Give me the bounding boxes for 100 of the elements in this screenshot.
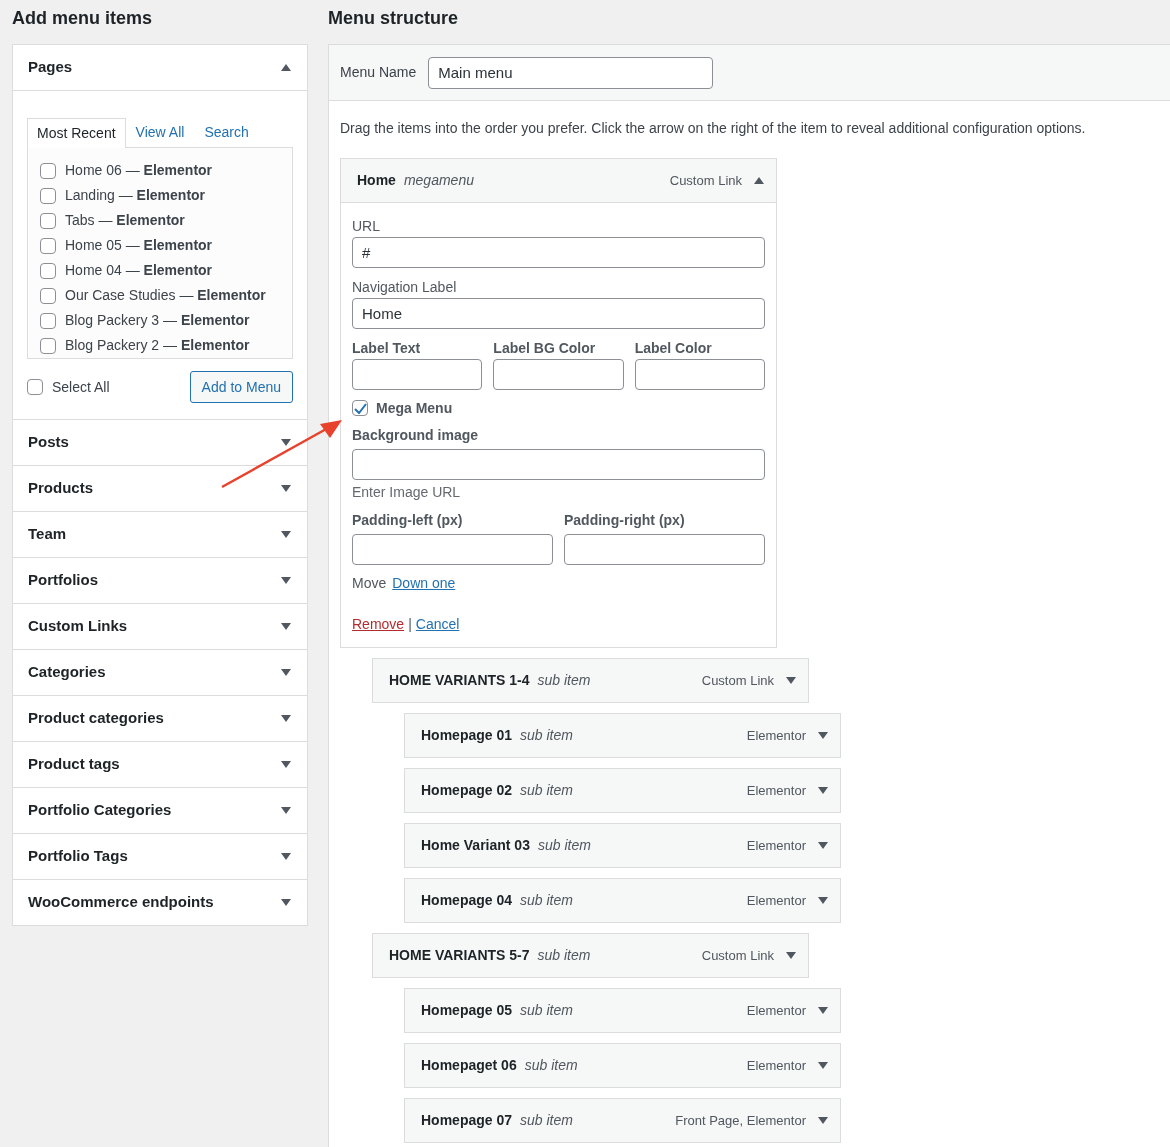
item-subtitle: megamenu	[403, 171, 474, 190]
field-label: Navigation Label	[352, 278, 458, 296]
menu-item-bar[interactable]: HOME VARIANTS 1-4 sub item Custom Link	[373, 659, 808, 702]
item-type: Custom Link	[701, 671, 774, 690]
tab[interactable]: Most Recent	[27, 118, 126, 148]
caret-down-icon[interactable]	[281, 715, 291, 722]
section-heading: Menu structure	[328, 7, 460, 30]
caret-down-icon[interactable]	[818, 1117, 828, 1124]
caret-up-icon[interactable]	[754, 177, 764, 184]
menu-item-bar[interactable]: Home megamenu Custom Link	[341, 159, 776, 202]
page-label: Landing — Elementor	[65, 186, 206, 205]
menu-item-bar[interactable]: Homepage 02 sub item Elementor	[405, 769, 840, 812]
caret-down-icon[interactable]	[281, 531, 291, 538]
input-field[interactable]: Home	[352, 298, 765, 329]
field-label: Padding-right (px)	[564, 511, 686, 529]
caret-down-icon[interactable]	[281, 899, 291, 906]
page-label: Home 05 — Elementor	[65, 236, 213, 255]
checkbox[interactable]	[40, 337, 56, 354]
add-to-menu-button[interactable]: Add to Menu	[189, 371, 293, 403]
menu-item-bar[interactable]: Homepage 04 sub item Elementor	[405, 879, 840, 922]
checkbox[interactable]	[40, 187, 56, 204]
input-field[interactable]	[352, 449, 765, 480]
item-type: Custom Link	[701, 946, 774, 965]
page-label: Home 06 — Elementor	[65, 161, 213, 180]
caret-down-icon[interactable]	[818, 842, 828, 849]
item-subtitle: sub item	[520, 726, 573, 745]
input-field[interactable]	[564, 534, 765, 565]
checkbox[interactable]	[40, 212, 56, 229]
menu-item-bar[interactable]: Home Variant 03 sub item Elementor	[405, 824, 840, 867]
caret-down-icon[interactable]	[786, 677, 796, 684]
caret-down-icon[interactable]	[818, 1007, 828, 1014]
checkbox[interactable]	[40, 262, 56, 279]
field-label: Padding-left (px)	[352, 511, 464, 529]
menu-item-bar[interactable]: Homepage 07 sub item Front Page, Elementor	[405, 1099, 840, 1142]
item-subtitle: sub item	[524, 1056, 578, 1075]
caret-down-icon[interactable]	[281, 623, 291, 630]
page-label: Home 04 — Elementor	[65, 261, 213, 280]
item-subtitle: sub item	[520, 781, 573, 800]
checkbox[interactable]	[40, 237, 56, 254]
item-type: Custom Link	[669, 171, 742, 190]
checkbox[interactable]	[40, 287, 56, 304]
item-type: Elementor	[746, 836, 806, 855]
caret-down-icon[interactable]	[818, 1062, 828, 1069]
input-field[interactable]	[634, 359, 765, 390]
checkbox[interactable]	[352, 400, 368, 416]
section-heading: Add menu items	[12, 7, 154, 30]
menu-item-bar[interactable]: Homepage 01 sub item Elementor	[405, 714, 840, 757]
move-down-link[interactable]: Down one	[392, 574, 456, 592]
caret-down-icon[interactable]	[281, 669, 291, 676]
item-title: Homepage 01	[421, 726, 513, 745]
caret-down-icon[interactable]	[818, 732, 828, 739]
page-label: Blog Packery 2 — Elementor	[65, 336, 250, 355]
checkbox[interactable]	[27, 379, 43, 395]
item-title: Homepaget 06	[421, 1056, 517, 1075]
item-title: Homepage 02	[421, 781, 513, 800]
field-hint: Enter Image URL	[352, 483, 462, 501]
page-label: Tabs — Elementor	[65, 211, 185, 230]
checkbox[interactable]	[40, 312, 56, 329]
field-label: Label BG Color	[493, 339, 597, 357]
item-type: Elementor	[746, 781, 806, 800]
item-subtitle: sub item	[537, 946, 591, 965]
tab[interactable]: View All	[125, 118, 195, 147]
move-label: Move	[352, 574, 387, 592]
item-subtitle: sub item	[520, 1001, 573, 1020]
checkbox[interactable]	[40, 162, 56, 179]
menu-item-bar[interactable]: HOME VARIANTS 5-7 sub item Custom Link	[373, 934, 808, 977]
item-type: Elementor	[746, 726, 806, 745]
caret-down-icon[interactable]	[281, 761, 291, 768]
item-title: Home Variant 03	[421, 836, 530, 855]
menu-name-label: Menu Name	[340, 63, 417, 82]
menu-item-bar[interactable]: Homepaget 06 sub item Elementor	[405, 1044, 840, 1087]
caret-down-icon[interactable]	[281, 439, 291, 446]
page-label: Blog Packery 3 — Elementor	[65, 311, 250, 330]
input-field[interactable]	[493, 359, 624, 390]
item-subtitle: sub item	[537, 836, 591, 855]
page-label: Our Case Studies — Elementor	[65, 286, 266, 305]
caret-down-icon[interactable]	[281, 577, 291, 584]
cancel-link[interactable]: Cancel	[415, 615, 460, 633]
caret-down-icon[interactable]	[818, 897, 828, 904]
caret-down-icon[interactable]	[818, 787, 828, 794]
select-all-label: Select All	[52, 377, 110, 397]
field-label: URL	[352, 217, 381, 235]
input-field[interactable]	[352, 534, 553, 565]
remove-link[interactable]: Remove	[352, 615, 405, 633]
instructions-text: Drag the items into the order you prefer. Click the arrow on the right of the item to reveal additional configuration options.	[340, 119, 1087, 138]
caret-down-icon[interactable]	[281, 853, 291, 860]
input-field[interactable]: #	[352, 237, 765, 268]
tab[interactable]: Search	[194, 118, 259, 147]
caret-down-icon[interactable]	[281, 485, 291, 492]
item-type: Elementor	[746, 891, 806, 910]
item-title: HOME VARIANTS 5-7	[389, 946, 530, 965]
caret-down-icon[interactable]	[786, 952, 796, 959]
item-title: Homepage 04	[421, 891, 513, 910]
field-label: Label Text	[352, 339, 422, 357]
menu-name-field[interactable]: Main menu	[428, 56, 714, 89]
item-subtitle: sub item	[520, 891, 573, 910]
caret-down-icon[interactable]	[281, 807, 291, 814]
menu-item-bar[interactable]: Homepage 05 sub item Elementor	[405, 989, 840, 1032]
input-field[interactable]	[352, 359, 483, 390]
caret-up-icon[interactable]	[281, 64, 291, 71]
